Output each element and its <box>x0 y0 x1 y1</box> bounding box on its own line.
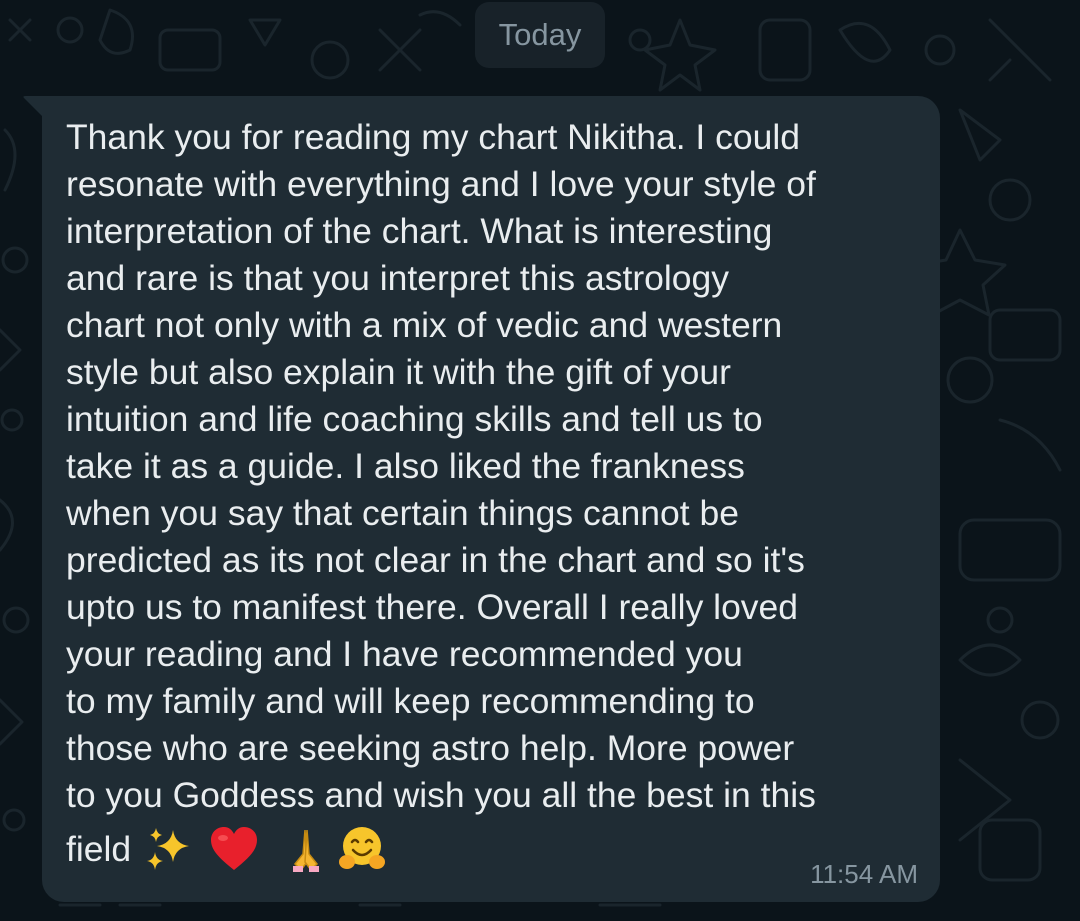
red-heart-icon <box>209 824 259 874</box>
message-last-word: field <box>66 828 132 869</box>
message-timestamp: 11:54 AM <box>810 859 918 889</box>
hugging-face-icon <box>337 824 387 874</box>
bubble-tail <box>23 96 44 118</box>
sparkles-icon <box>143 824 193 874</box>
date-label: Today <box>498 17 582 52</box>
folded-hands-icon <box>281 824 331 874</box>
message-last-line: field <box>66 822 387 876</box>
message-text: Thank you for reading my chart Nikitha. … <box>66 117 816 815</box>
date-chip: Today <box>475 2 605 68</box>
incoming-message-bubble[interactable]: Thank you for reading my chart Nikitha. … <box>42 96 940 902</box>
